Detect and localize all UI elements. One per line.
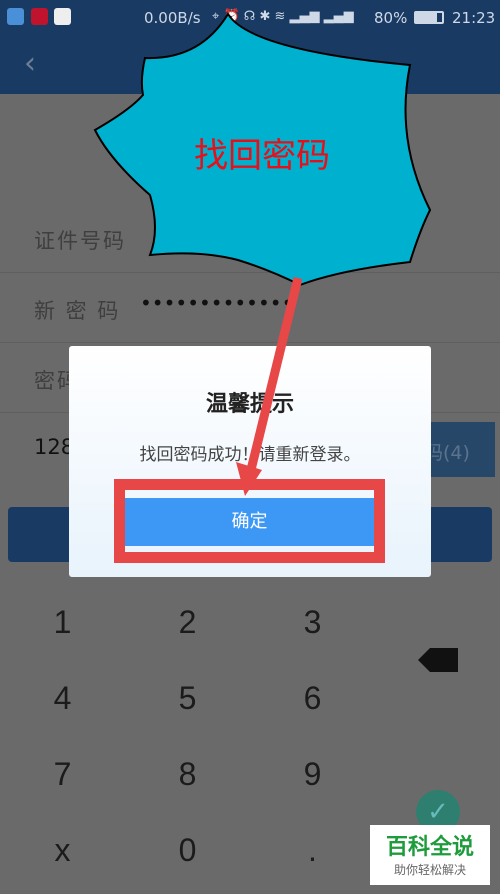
callout-text: 找回密码 (194, 136, 330, 176)
arrow-line (244, 276, 303, 480)
arrow-head (236, 462, 262, 496)
watermark-logo: 百科全说 助你轻松解决 (370, 825, 490, 885)
watermark-title: 百科全说 (385, 835, 474, 860)
watermark-subtitle: 助你轻松解决 (393, 863, 466, 877)
